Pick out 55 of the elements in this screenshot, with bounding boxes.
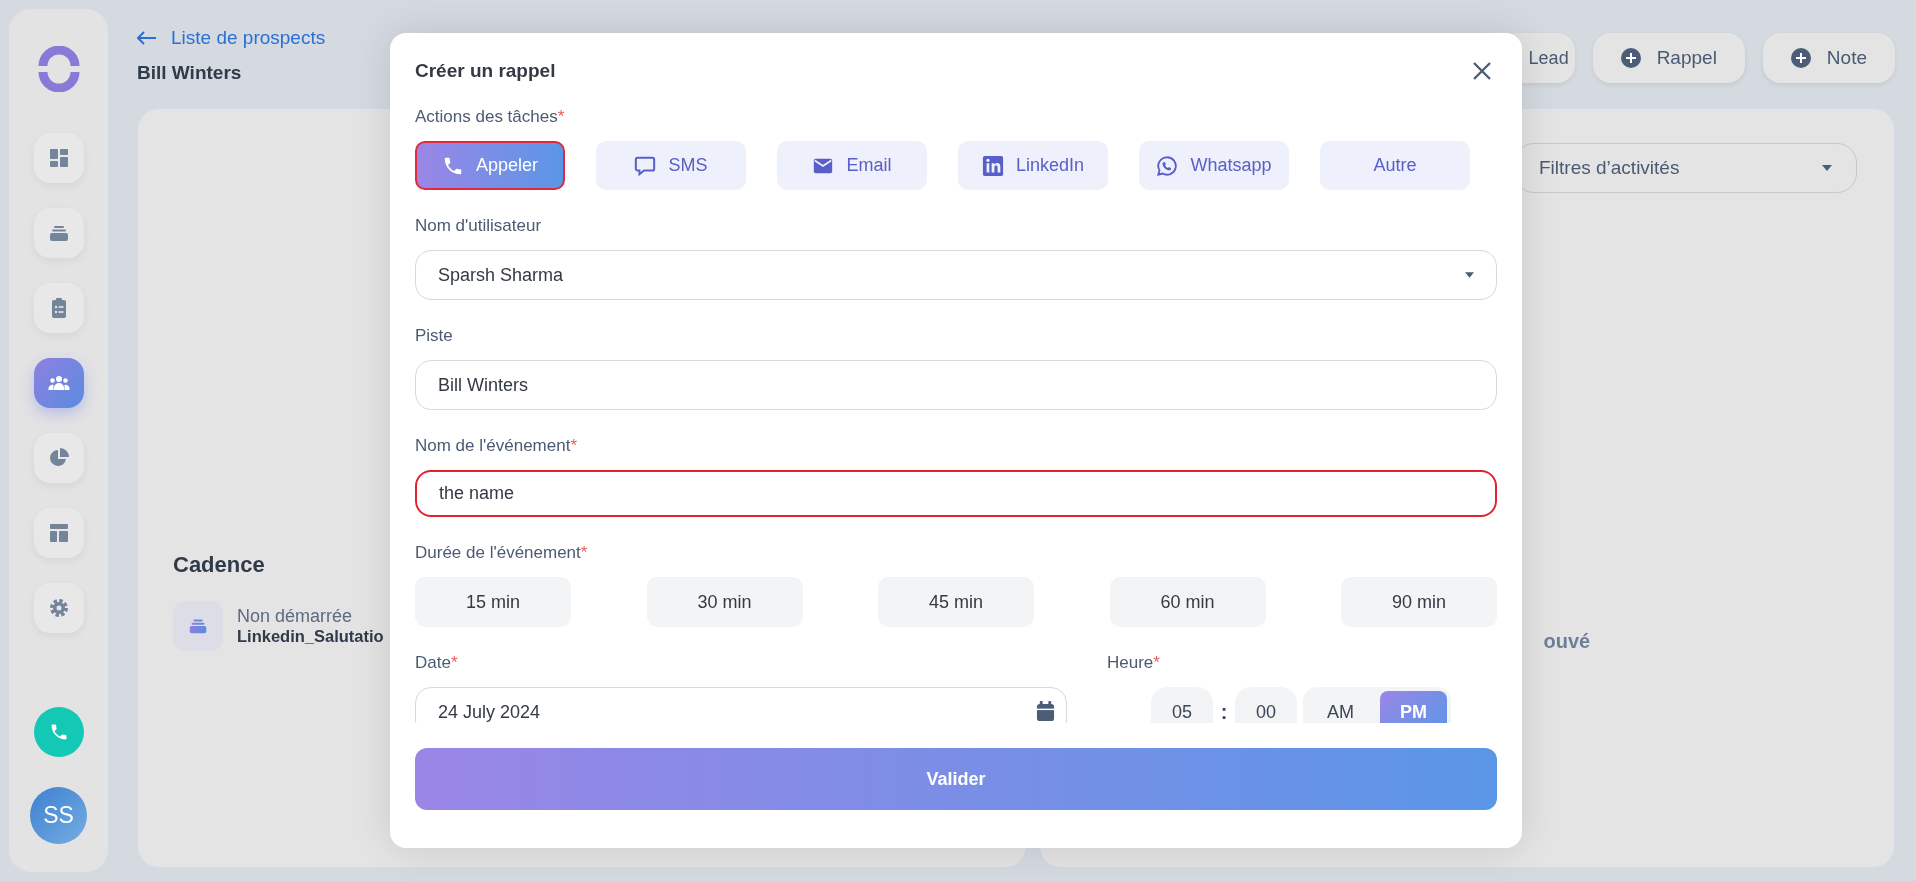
sidebar-item[interactable] [33, 133, 84, 183]
chat-phone-icon [1156, 154, 1179, 177]
field-label: Piste [415, 326, 454, 346]
user-dropdown[interactable]: Sparsh Sharma [415, 250, 1497, 300]
sidebar-item[interactable] [33, 283, 84, 333]
call-button[interactable] [33, 707, 84, 757]
field-label: Durée de l'événement* [415, 543, 589, 563]
caret-icon [1822, 165, 1832, 171]
duration-option[interactable]: 15 min [415, 577, 571, 627]
field-label: Date* [415, 653, 459, 673]
sidebar-item[interactable] [33, 508, 84, 558]
duration-option[interactable]: 30 min [646, 577, 803, 627]
task-action-button[interactable]: Autre [1320, 141, 1470, 190]
field-label: Heure* [1107, 653, 1161, 673]
hour-field[interactable]: 05 [1151, 687, 1213, 723]
empty-state-text: ouvé [1543, 630, 1591, 653]
task-action-button[interactable]: LinkedIn [958, 141, 1108, 190]
close-button[interactable] [1472, 61, 1492, 81]
back-arrow-icon [137, 31, 157, 45]
linkedin-icon [981, 154, 1004, 177]
field-label: Actions des tâches* [415, 107, 566, 127]
caret-icon [1465, 272, 1474, 278]
duration-option[interactable]: 45 min [878, 577, 1034, 627]
back-link[interactable]: Liste de prospects [137, 27, 326, 49]
field-label: Nom de l'événement* [415, 436, 578, 456]
lead-input[interactable]: Bill Winters [415, 360, 1497, 410]
period-option[interactable]: PM [1380, 691, 1447, 723]
sidebar-item[interactable] [33, 433, 84, 483]
sidebar-item[interactable] [33, 208, 84, 258]
duration-option[interactable]: 60 min [1109, 577, 1266, 627]
modal-title: Créer un rappel [415, 60, 556, 82]
close-icon [1472, 61, 1492, 81]
submit-button[interactable]: Valider [415, 748, 1497, 810]
add-action-button[interactable]: Rappel [1592, 33, 1745, 83]
task-action-button[interactable]: Appeler [415, 141, 565, 190]
add-action-button[interactable]: Note [1762, 33, 1895, 83]
page-title: Bill Winters [137, 62, 243, 84]
task-action-button[interactable]: SMS [596, 141, 746, 190]
duration-option[interactable]: 90 min [1341, 577, 1497, 627]
cadence-name: Linkedin_Salutatio [237, 627, 384, 646]
field-label: Nom d'utilisateur [415, 216, 543, 236]
task-action-button[interactable]: Whatsapp [1139, 141, 1289, 190]
date-input[interactable]: 24 July 2024 [415, 687, 1067, 723]
task-action-button[interactable]: Email [777, 141, 927, 190]
sidebar-item[interactable] [33, 358, 84, 408]
plus-circle-icon [1620, 48, 1641, 68]
user-avatar[interactable]: SS [30, 787, 87, 844]
plus-circle-icon [1790, 48, 1811, 68]
event-name-input[interactable]: the name [415, 470, 1497, 517]
period-option[interactable]: AM [1307, 691, 1374, 723]
chat-bubble-icon [634, 154, 657, 177]
minute-field[interactable]: 00 [1235, 687, 1297, 723]
sidebar-item[interactable] [33, 583, 84, 633]
time-separator: : [1219, 700, 1229, 723]
cadence-status: Non démarrée [237, 606, 354, 627]
